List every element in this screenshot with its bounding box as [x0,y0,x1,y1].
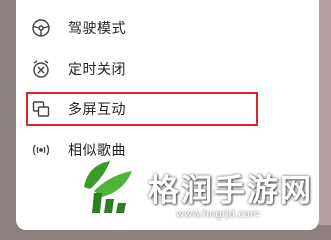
watermark-divider [256,215,282,216]
highlight-box [26,92,258,126]
menu-item-sleep-timer[interactable]: 定时关闭 [16,49,319,89]
steering-wheel-icon [30,17,52,39]
alarm-clock-icon [30,58,52,80]
watermark-url: www.hngrjd.com [176,209,260,220]
watermark-divider [146,215,172,216]
watermark-text: 格润手游网 [148,173,313,209]
watermark: 格润手游网 www.hngrjd.com [70,155,325,225]
menu-item-label: 驾驶模式 [68,21,126,37]
sound-wave-icon [30,139,52,161]
menu-item-label: 定时关闭 [68,62,126,78]
leaf-logo-icon [84,161,132,213]
menu-item-driving-mode[interactable]: 驾驶模式 [16,8,319,48]
